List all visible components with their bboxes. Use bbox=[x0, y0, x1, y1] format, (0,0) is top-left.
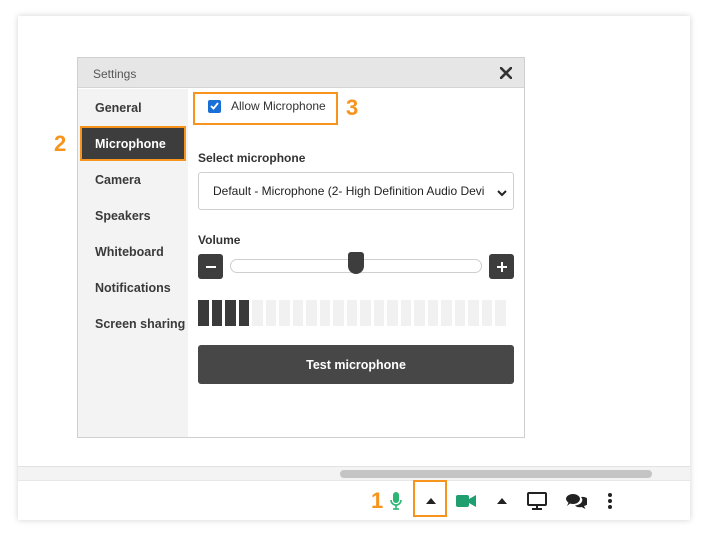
nav-item-notifications[interactable]: Notifications bbox=[78, 271, 188, 305]
volume-slider-handle[interactable] bbox=[348, 252, 364, 274]
highlight-microphone-tab bbox=[80, 126, 186, 161]
meter-segment bbox=[292, 300, 303, 326]
highlight-audio-options-caret bbox=[413, 480, 447, 517]
nav-item-screen-sharing[interactable]: Screen sharing bbox=[78, 307, 188, 341]
microphone-select[interactable]: Default - Microphone (2- High Definition… bbox=[198, 172, 514, 210]
selected-device: Default - Microphone (2- High Definition… bbox=[213, 184, 485, 198]
volume-increase-button[interactable] bbox=[489, 254, 514, 279]
dialog-title: Settings bbox=[93, 67, 137, 81]
nav-item-label: Notifications bbox=[95, 281, 171, 295]
plus-icon bbox=[496, 261, 507, 272]
callout-number-2: 2 bbox=[54, 131, 67, 156]
meter-segment bbox=[198, 300, 209, 326]
screen-share-icon[interactable] bbox=[525, 481, 549, 521]
meter-segment bbox=[238, 300, 249, 326]
meter-segment bbox=[306, 300, 317, 326]
microphone-panel: Allow Microphone Select microphone Defau… bbox=[198, 89, 514, 437]
microphone-icon[interactable] bbox=[386, 481, 406, 521]
meter-segment bbox=[360, 300, 371, 326]
meter-segment bbox=[265, 300, 276, 326]
bottom-toolbar bbox=[18, 480, 690, 520]
nav-item-label: Camera bbox=[95, 173, 141, 187]
volume-label: Volume bbox=[198, 233, 241, 247]
meter-segment bbox=[225, 300, 236, 326]
highlight-allow-microphone bbox=[193, 92, 338, 125]
nav-item-whiteboard[interactable]: Whiteboard bbox=[78, 235, 188, 269]
meter-segment bbox=[211, 300, 222, 326]
callout-number-3: 3 bbox=[346, 95, 359, 120]
nav-item-label: Screen sharing bbox=[95, 317, 186, 331]
chevron-down-icon bbox=[497, 186, 507, 200]
meter-segment bbox=[387, 300, 398, 326]
meter-segment bbox=[454, 300, 465, 326]
volume-decrease-button[interactable] bbox=[198, 254, 223, 279]
nav-item-label: Whiteboard bbox=[95, 245, 164, 259]
meter-segment bbox=[414, 300, 425, 326]
nav-item-camera[interactable]: Camera bbox=[78, 163, 188, 197]
test-microphone-button[interactable]: Test microphone bbox=[198, 345, 514, 384]
caret-up-icon[interactable] bbox=[491, 481, 513, 521]
camera-icon[interactable] bbox=[454, 481, 478, 521]
meter-segment bbox=[319, 300, 330, 326]
meter-segment bbox=[373, 300, 384, 326]
close-icon[interactable] bbox=[497, 64, 515, 82]
nav-item-speakers[interactable]: Speakers bbox=[78, 199, 188, 233]
nav-item-label: General bbox=[95, 101, 142, 115]
horizontal-scrollbar[interactable] bbox=[18, 466, 690, 480]
meter-segment bbox=[279, 300, 290, 326]
meter-segment bbox=[333, 300, 344, 326]
chat-icon[interactable] bbox=[563, 481, 589, 521]
minus-icon bbox=[205, 265, 216, 268]
volume-meter bbox=[198, 300, 514, 326]
select-microphone-label: Select microphone bbox=[198, 151, 306, 165]
meter-segment bbox=[441, 300, 452, 326]
meter-segment bbox=[400, 300, 411, 326]
meter-segment bbox=[468, 300, 479, 326]
dialog-header: Settings bbox=[78, 58, 524, 88]
meter-segment bbox=[481, 300, 492, 326]
scrollbar-thumb[interactable] bbox=[340, 470, 652, 478]
meter-segment bbox=[252, 300, 263, 326]
callout-number-1: 1 bbox=[371, 488, 384, 513]
meter-segment bbox=[346, 300, 357, 326]
more-vertical-icon[interactable] bbox=[602, 481, 618, 521]
meter-segment bbox=[495, 300, 506, 326]
nav-item-general[interactable]: General bbox=[78, 91, 188, 125]
nav-item-label: Speakers bbox=[95, 209, 151, 223]
meter-segment bbox=[427, 300, 438, 326]
